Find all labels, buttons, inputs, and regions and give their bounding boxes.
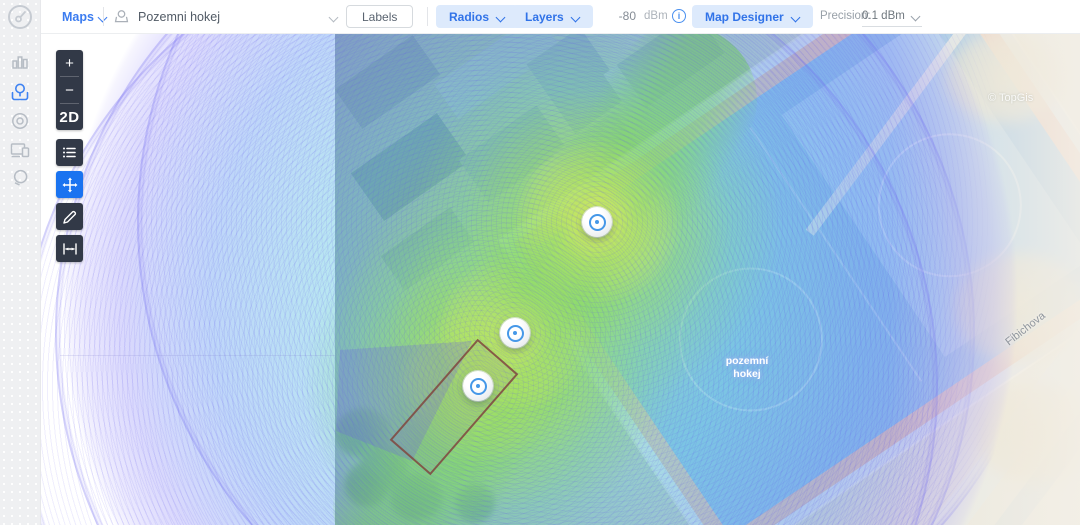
chevron-down-icon [912, 12, 920, 20]
draw-tool-button[interactable] [56, 203, 83, 230]
divider [103, 7, 104, 26]
pencil-icon [63, 210, 77, 224]
map-designer-button[interactable]: Map Designer [692, 5, 813, 28]
map-pin-icon [113, 8, 130, 25]
map-pin-icon [9, 81, 31, 103]
list-icon [62, 145, 77, 160]
map-designer-label: Map Designer [705, 10, 784, 24]
labels-button-label: Labels [362, 10, 397, 24]
target-circles-icon [10, 111, 30, 131]
zoom-in-button[interactable]: + [56, 50, 83, 76]
ap-marker[interactable] [500, 318, 530, 348]
map-attribution: © TopGis [988, 92, 1033, 104]
mode-2d-button[interactable]: 2D [56, 104, 83, 130]
chevron-down-icon [497, 13, 505, 21]
precision-select[interactable]: 0.1 dBm [862, 7, 922, 27]
legend-list-button[interactable] [56, 139, 83, 166]
sidebar-item-antennas[interactable] [9, 168, 31, 190]
sidebar-item-maps[interactable] [9, 81, 31, 103]
ap-marker[interactable] [463, 371, 493, 401]
radios-button-label: Radios [449, 10, 489, 24]
access-point-icon [507, 325, 524, 342]
signal-threshold-unit: dBm [644, 0, 668, 33]
top-toolbar: Maps Pozemni hokej Labels Radios Layers [40, 0, 1080, 34]
access-point-icon [470, 378, 487, 395]
sidebar-item-coverage[interactable] [9, 110, 31, 132]
wifi-planner-app: pozemní hokej Fibichova © TopGis + − 2D [0, 0, 1080, 525]
move-tool-button[interactable] [56, 171, 83, 198]
gauge-logo-icon [5, 2, 35, 32]
antenna-bulb-icon [10, 168, 30, 190]
chevron-down-icon [792, 13, 800, 21]
ap-marker[interactable] [582, 207, 612, 237]
sidebar-item-devices[interactable] [9, 139, 31, 161]
app-sidebar [0, 0, 41, 525]
move-icon [62, 177, 78, 193]
layers-button-label: Layers [525, 10, 564, 24]
app-logo[interactable] [5, 2, 35, 32]
devices-icon [9, 140, 31, 160]
labels-button[interactable]: Labels [346, 5, 413, 28]
map-canvas[interactable]: pozemní hokej Fibichova © TopGis + − 2D [40, 33, 1080, 525]
signal-threshold-input[interactable]: -80 [610, 0, 636, 33]
measure-icon [62, 242, 78, 256]
layers-button[interactable]: Layers [512, 5, 593, 28]
measure-tool-button[interactable] [56, 235, 83, 262]
bar-chart-icon [10, 52, 30, 72]
chevron-down-icon [572, 13, 580, 21]
map-select-value: Pozemni hokej [138, 10, 322, 24]
zoom-control-group: + − 2D [56, 50, 83, 130]
map-select[interactable]: Pozemni hokej [113, 0, 338, 33]
chevron-down-icon [330, 13, 338, 21]
access-point-icon [589, 214, 606, 231]
ap-layer [40, 33, 1080, 525]
place-label: pozemní hokej [711, 355, 783, 381]
precision-value: 0.1 dBm [862, 10, 905, 22]
maps-menu-button[interactable]: Maps [62, 0, 107, 33]
zoom-out-button[interactable]: − [56, 77, 83, 103]
maps-menu-label: Maps [62, 10, 94, 24]
divider [427, 7, 428, 26]
info-icon[interactable]: i [672, 9, 686, 23]
radios-button[interactable]: Radios [436, 5, 518, 28]
sidebar-item-dashboard[interactable] [9, 51, 31, 73]
